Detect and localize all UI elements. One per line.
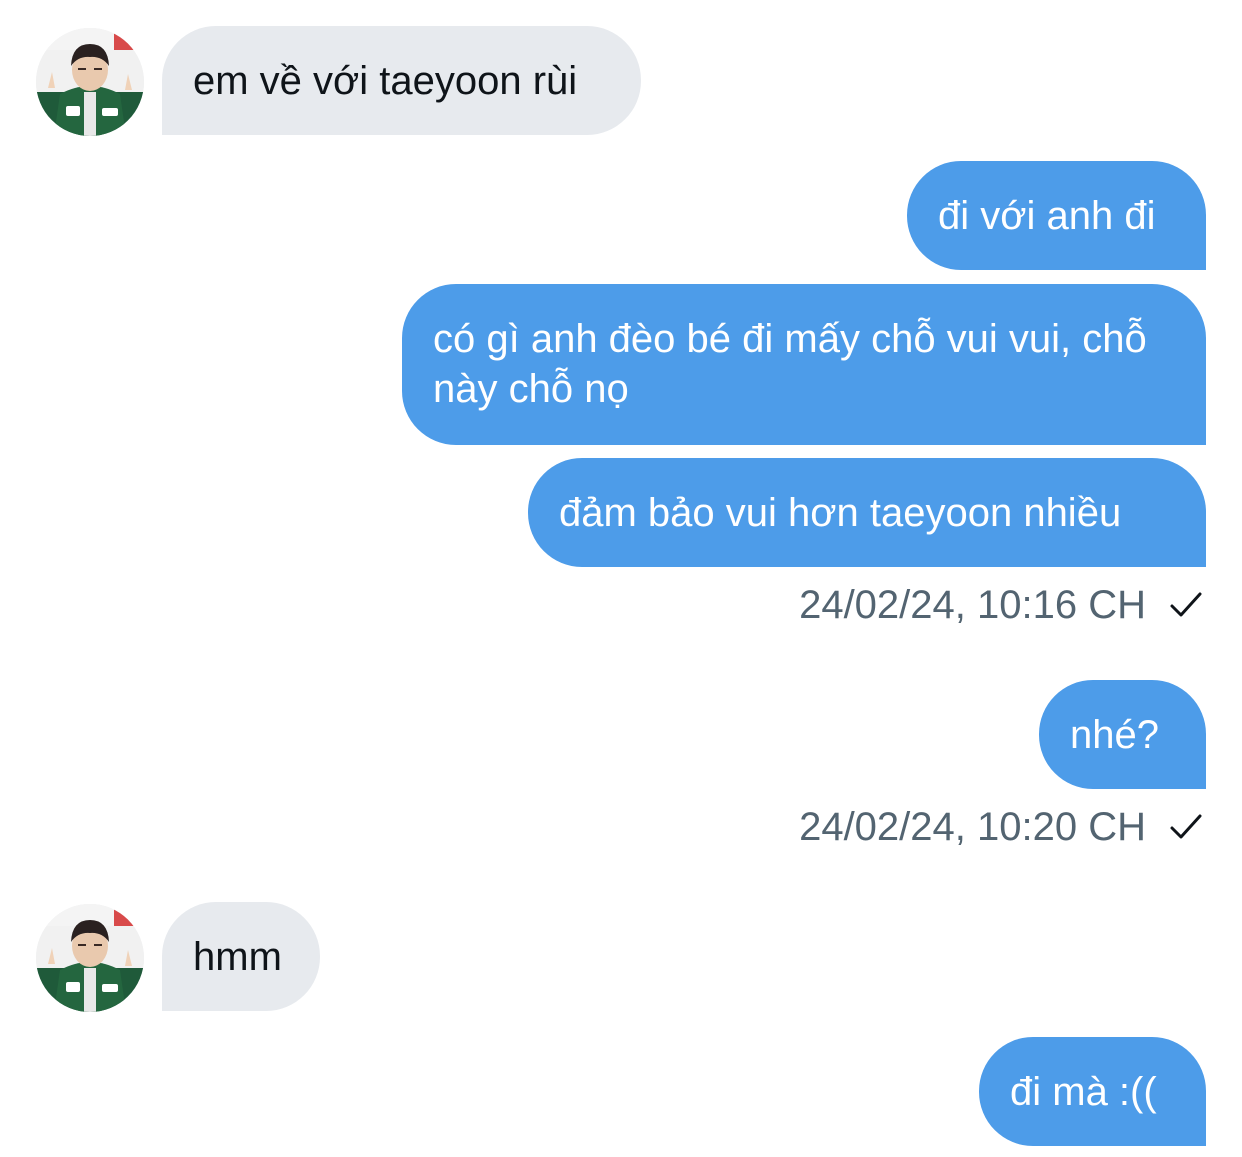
message-bubble-outgoing[interactable]: có gì anh đèo bé đi mấy chỗ vui vui, chỗ… [402, 284, 1206, 445]
message-bubble-incoming[interactable]: hmm [162, 902, 320, 1011]
timestamp-text: 24/02/24, 10:20 CH [799, 804, 1146, 849]
message-bubble-outgoing[interactable]: đi với anh đi [907, 161, 1206, 270]
message-bubble-outgoing[interactable]: nhé? [1039, 680, 1206, 789]
message-text: đi mà :(( [1010, 1070, 1157, 1114]
message-text: em về với taeyoon rùi [193, 59, 578, 103]
contact-avatar[interactable] [36, 904, 144, 1012]
message-text: nhé? [1070, 713, 1159, 757]
checkmark-icon [1170, 592, 1202, 617]
avatar-photo-icon [36, 28, 144, 136]
avatar-photo-icon [36, 904, 144, 1012]
checkmark-icon [1170, 814, 1202, 839]
message-bubble-incoming[interactable]: em về với taeyoon rùi [162, 26, 641, 135]
contact-avatar[interactable] [36, 28, 144, 136]
message-timestamp: 24/02/24, 10:20 CH [799, 802, 1206, 852]
message-text: có gì anh đèo bé đi mấy chỗ vui vui, chỗ… [433, 317, 1147, 411]
message-timestamp: 24/02/24, 10:16 CH [799, 580, 1206, 630]
timestamp-text: 24/02/24, 10:16 CH [799, 582, 1146, 627]
message-text: đảm bảo vui hơn taeyoon nhiều [559, 491, 1122, 535]
message-bubble-outgoing[interactable]: đảm bảo vui hơn taeyoon nhiều [528, 458, 1206, 567]
message-bubble-outgoing[interactable]: đi mà :(( [979, 1037, 1206, 1146]
message-text: đi với anh đi [938, 194, 1156, 238]
message-text: hmm [193, 935, 282, 979]
